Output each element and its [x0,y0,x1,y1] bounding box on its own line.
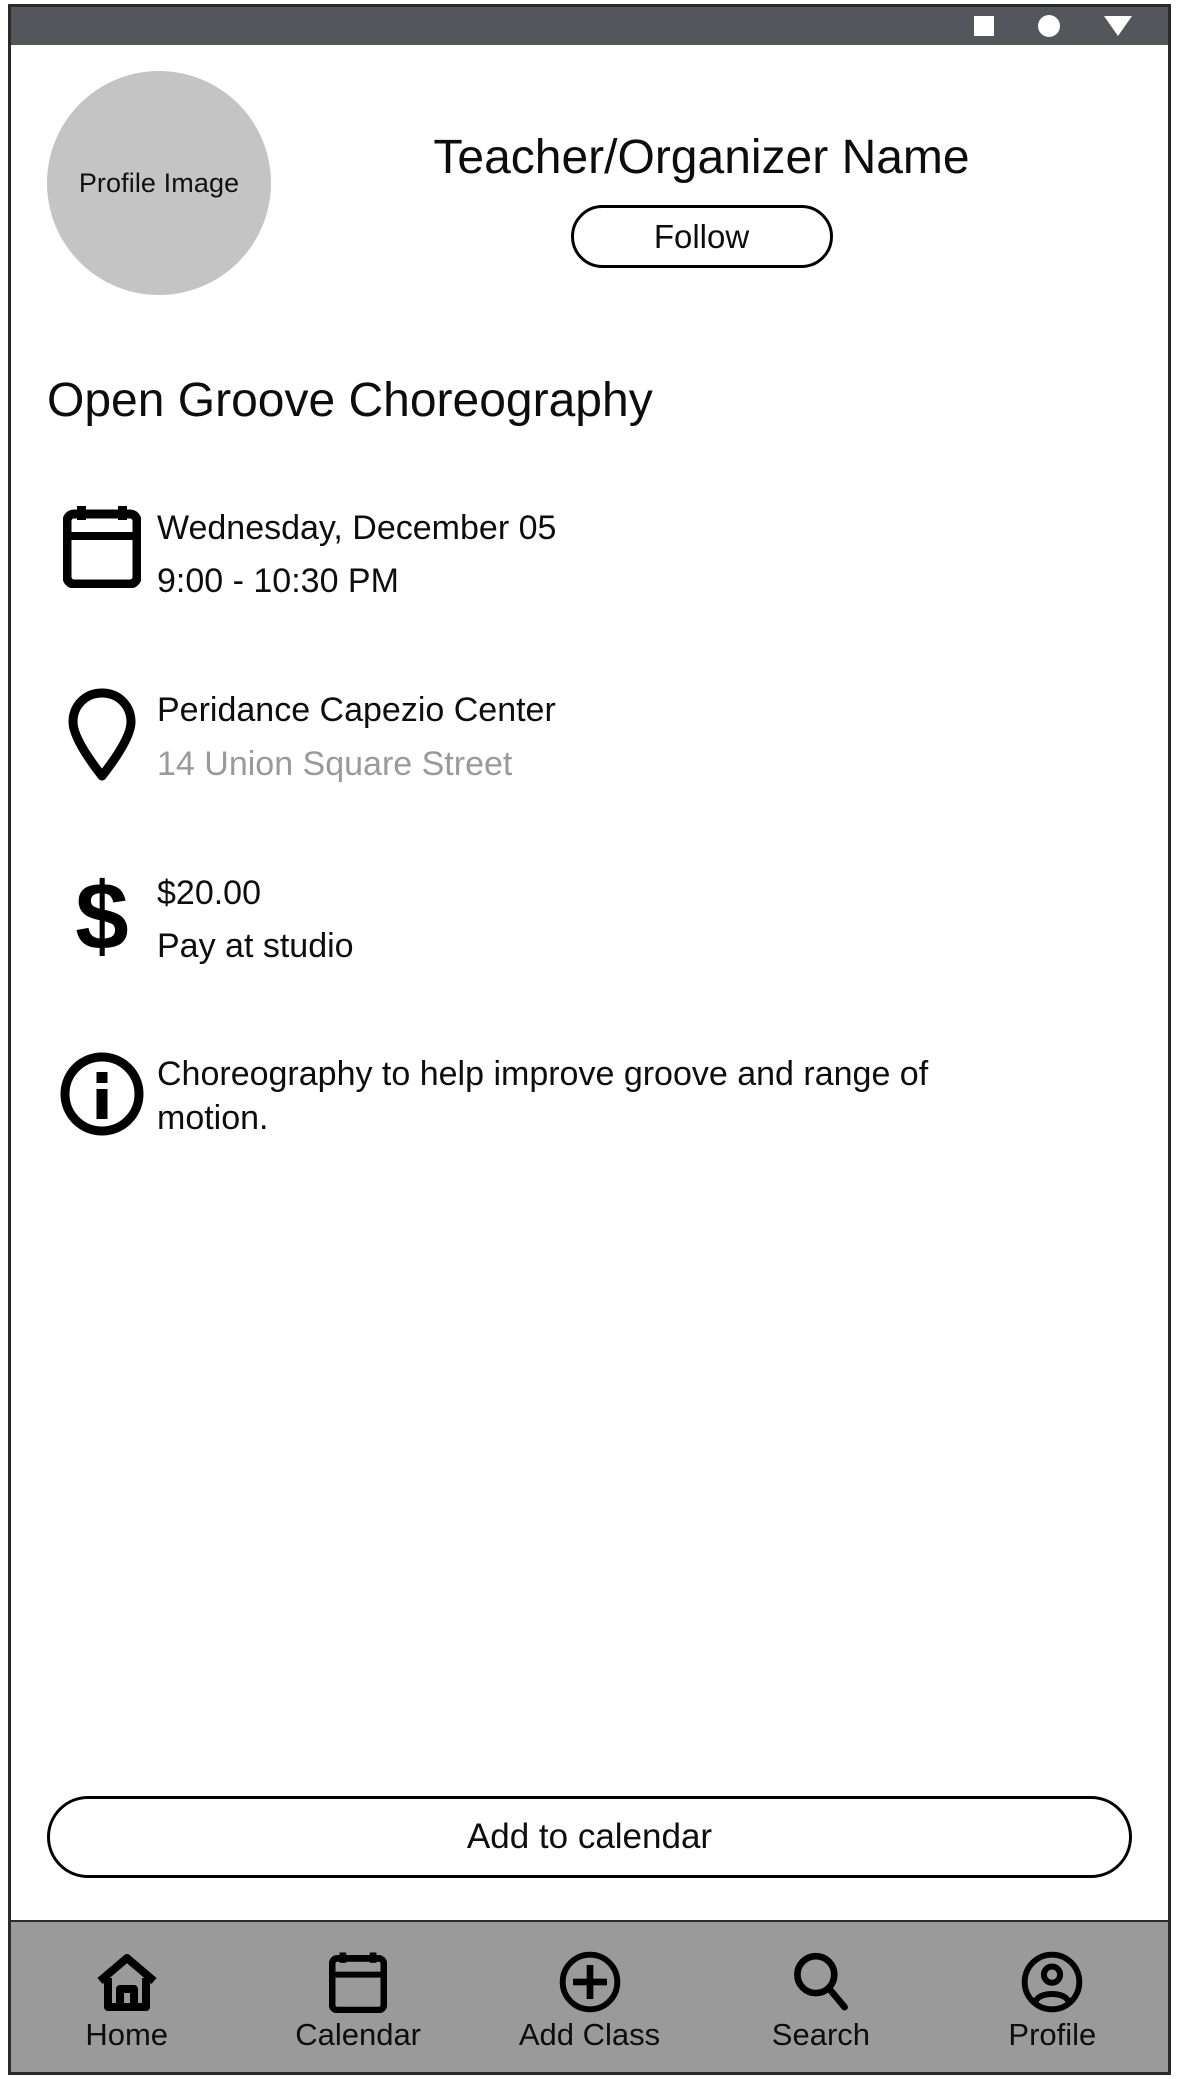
event-description-text: Choreography to help improve groove and … [157,1050,1132,1142]
event-description: Choreography to help improve groove and … [157,1054,929,1138]
nav-item-search[interactable]: Search [705,1922,936,2072]
plus-circle-icon [559,1951,621,2013]
organizer-name: Teacher/Organizer Name [433,131,970,184]
svg-text:$: $ [75,869,128,965]
event-info-list: Wednesday, December 05 9:00 - 10:30 PM P… [47,502,1132,1220]
dollar-sign-icon: $ [47,867,157,965]
circle-icon[interactable] [1038,15,1060,37]
follow-button[interactable]: Follow [570,205,833,269]
event-description-row: Choreography to help improve groove and … [47,1050,1132,1142]
profile-header: Profile Image Teacher/Organizer Name Fol… [47,71,1132,295]
info-circle-icon [47,1050,157,1136]
avatar[interactable]: Profile Image [47,71,271,295]
event-location-text: Peridance Capezio Center 14 Union Square… [157,684,1132,789]
event-price-text: $20.00 Pay at studio [157,867,1132,972]
nav-item-profile[interactable]: Profile [937,1922,1168,2072]
nav-item-add-class[interactable]: Add Class [474,1922,705,2072]
nav-label-add-class: Add Class [518,2016,661,2052]
avatar-label: Profile Image [78,167,240,198]
triangle-down-icon[interactable] [1104,16,1132,36]
event-price-row: $ $20.00 Pay at studio [47,867,1132,972]
event-location-row[interactable]: Peridance Capezio Center 14 Union Square… [47,684,1132,789]
nav-item-calendar[interactable]: Calendar [242,1922,473,2072]
event-date: Wednesday, December 05 [157,508,557,547]
bottom-navigation-bar: Home Calendar Add Class Search Profile [11,1920,1168,2072]
system-status-bar [11,7,1168,45]
event-time: 9:00 - 10:30 PM [157,562,399,601]
nav-label-profile: Profile [1008,2016,1097,2052]
nav-item-home[interactable]: Home [11,1922,242,2072]
nav-label-search: Search [771,2016,871,2052]
main-content: Profile Image Teacher/Organizer Name Fol… [11,45,1168,1920]
event-datetime-text: Wednesday, December 05 9:00 - 10:30 PM [157,502,1132,607]
profile-details: Teacher/Organizer Name Follow [271,71,1132,269]
nav-label-home: Home [85,2016,169,2052]
location-pin-icon [47,684,157,782]
event-price: $20.00 [157,873,261,912]
phone-frame: Profile Image Teacher/Organizer Name Fol… [8,4,1171,2075]
payment-note: Pay at studio [157,927,354,966]
add-to-calendar-button[interactable]: Add to calendar [47,1796,1132,1878]
app-screenshot: Profile Image Teacher/Organizer Name Fol… [0,0,1179,2079]
calendar-icon [47,502,157,588]
event-title: Open Groove Choreography [47,374,653,427]
nav-label-calendar: Calendar [295,2016,422,2052]
home-icon [96,1951,158,2013]
calendar-icon [329,1951,388,2013]
search-icon [791,1951,851,2013]
event-datetime-row: Wednesday, December 05 9:00 - 10:30 PM [47,502,1132,607]
square-icon[interactable] [974,16,994,36]
venue-name: Peridance Capezio Center [157,691,556,730]
account-circle-icon [1021,1951,1083,2013]
venue-address: 14 Union Square Street [157,744,513,783]
